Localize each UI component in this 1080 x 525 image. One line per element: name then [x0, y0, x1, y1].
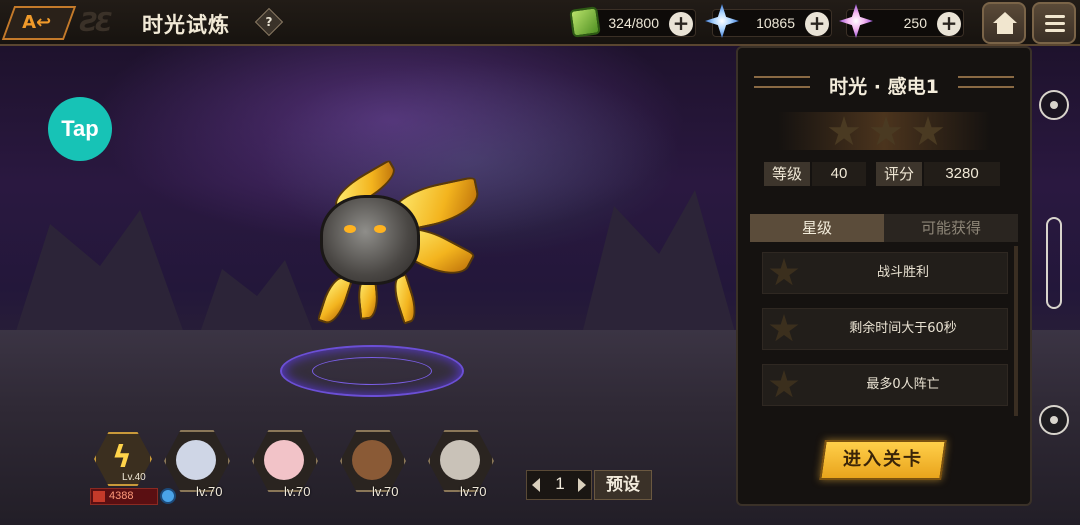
hero-avatar	[264, 440, 304, 480]
condition-item: 剩余时间大于60秒	[762, 308, 1008, 350]
add-diamond-button[interactable]: +	[805, 12, 829, 36]
boss-eye	[374, 225, 386, 233]
home-icon	[993, 12, 1017, 34]
stage-star-rating	[778, 112, 990, 150]
game-logo-mark: ƧƐ	[80, 8, 113, 38]
score-label: 评分	[876, 162, 923, 186]
page-title: 时光试炼	[142, 13, 230, 37]
tab-star-rating[interactable]: 星级	[750, 214, 884, 242]
hero-avatar	[352, 440, 392, 480]
stage-info-panel: 时光 · 感电1 等级 40 评分 3280 星级 可能获得 战斗胜利 剩余时间…	[736, 46, 1032, 506]
team-page-number: 1	[555, 474, 565, 493]
magic-circle	[280, 345, 464, 397]
team-power: 4388	[90, 488, 158, 505]
level-value: 40	[812, 162, 866, 186]
score-value: 3280	[924, 162, 1000, 186]
add-star-crystal-button[interactable]: +	[937, 12, 961, 36]
conditions-scrollbar[interactable]	[1014, 246, 1018, 416]
taptap-logo[interactable]: Tap	[48, 97, 112, 161]
panel-header: 时光 · 感电1	[750, 68, 1018, 98]
eye-icon	[1050, 101, 1058, 109]
star-icon	[870, 116, 902, 148]
hero-level: lv.70	[196, 484, 223, 499]
hero-slot[interactable]: lv.70	[338, 430, 410, 504]
level-label: 等级	[764, 162, 811, 186]
next-team-icon[interactable]	[578, 478, 586, 492]
star-icon	[769, 370, 799, 398]
add-stamina-button[interactable]: +	[669, 12, 693, 36]
pause-icon	[1050, 416, 1058, 424]
resource-stamina-value: 324/800	[608, 15, 659, 31]
auto-battle-button[interactable]	[1039, 405, 1069, 435]
panel-tabs: 星级 可能获得	[750, 214, 1018, 242]
hero-level: lv.70	[372, 484, 399, 499]
hero-level: lv.70	[284, 484, 311, 499]
prev-team-icon[interactable]	[532, 478, 540, 492]
stage-title: 时光 · 感电1	[829, 76, 939, 98]
resource-star-crystal: 250 +	[839, 4, 964, 38]
star-icon	[828, 116, 860, 148]
back-button[interactable]: A↩	[1, 6, 77, 40]
enter-stage-button[interactable]: 进入关卡	[819, 440, 947, 480]
condition-text: 战斗胜利	[876, 265, 929, 280]
resource-diamond: 10865 +	[705, 4, 832, 38]
star-icon	[769, 314, 799, 342]
resource-stamina: 324/800 +	[569, 6, 696, 38]
blue-crystal-icon	[705, 4, 739, 38]
lightning-icon: ϟ	[112, 440, 132, 475]
condition-item: 战斗胜利	[762, 252, 1008, 294]
hero-avatar	[176, 440, 216, 480]
view-toggle-button[interactable]	[1039, 90, 1069, 120]
condition-item: 最多0人阵亡	[762, 364, 1008, 406]
team-power-value: 4388	[109, 490, 134, 502]
level-stat: 等级 40	[764, 162, 876, 186]
score-stat: 评分 3280	[876, 162, 1004, 186]
hero-avatar	[440, 440, 480, 480]
home-button[interactable]	[982, 2, 1026, 44]
power-icon	[93, 491, 105, 502]
top-bar: A↩ ƧƐ 时光试炼 ? 324/800 + 10865 + 250 +	[0, 0, 1080, 46]
help-icon[interactable]: ?	[254, 7, 284, 37]
menu-icon	[1045, 15, 1065, 18]
tab-possible-rewards[interactable]: 可能获得	[884, 214, 1018, 242]
preset-button[interactable]: 预设	[594, 470, 652, 500]
rock-spire	[578, 190, 740, 350]
side-slider[interactable]	[1046, 217, 1062, 309]
hero-slot[interactable]: lv.70	[426, 430, 498, 504]
hero-slot[interactable]: lv.70	[250, 430, 322, 504]
condition-text: 剩余时间大于60秒	[849, 321, 957, 336]
star-icon	[912, 116, 944, 148]
green-cube-icon	[569, 6, 601, 38]
pink-crystal-icon	[839, 4, 873, 38]
leader-portrait[interactable]: ϟ Lv.40	[90, 432, 158, 492]
boss-eye	[344, 225, 356, 233]
hero-slot[interactable]: lv.70	[162, 430, 234, 504]
resource-diamond-value: 10865	[756, 15, 795, 31]
menu-button[interactable]	[1032, 2, 1076, 44]
leader-level: Lv.40	[122, 472, 146, 483]
hero-level: lv.70	[460, 484, 487, 499]
boss-body	[320, 195, 420, 285]
rock-spire	[10, 210, 190, 350]
condition-text: 最多0人阵亡	[866, 377, 940, 392]
back-arrow-icon: A↩	[22, 12, 52, 33]
resource-star-crystal-value: 250	[903, 15, 927, 31]
star-icon	[769, 258, 799, 286]
boss-wasp-creature[interactable]	[300, 159, 490, 335]
team-page-stepper: 1	[526, 470, 592, 500]
